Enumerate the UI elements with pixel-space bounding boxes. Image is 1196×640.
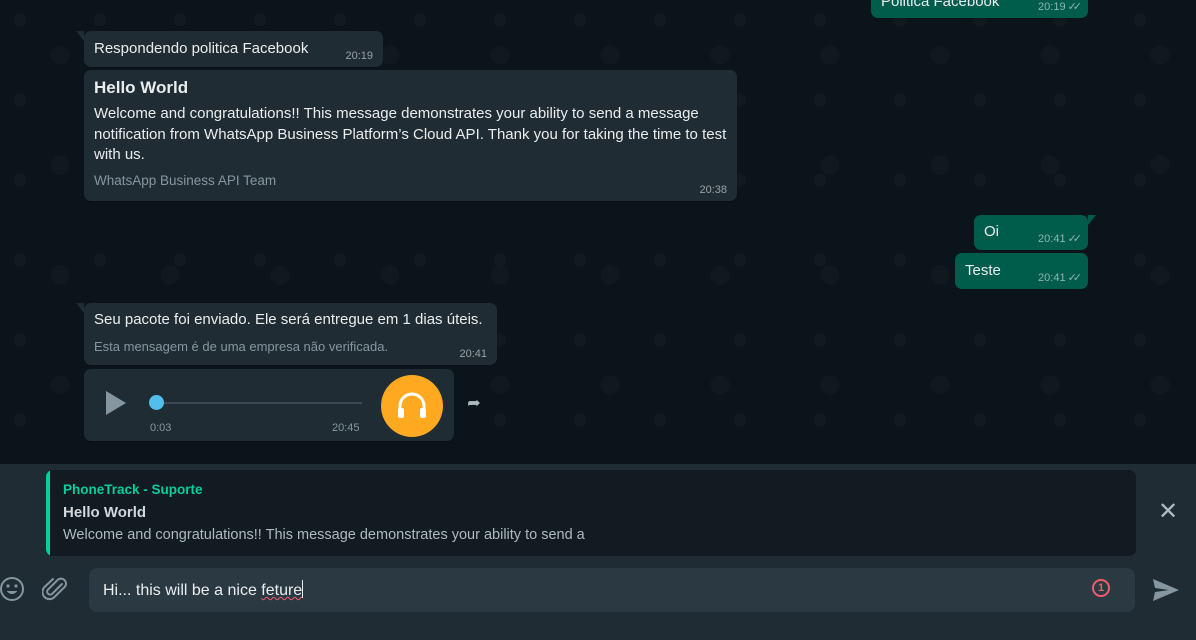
input-text: Hi... this will be a nice	[103, 582, 262, 599]
play-button[interactable]	[106, 391, 126, 415]
misspelled-word[interactable]: feture	[261, 582, 302, 599]
audio-progress-track[interactable]	[156, 402, 362, 404]
message-outgoing[interactable]: Oi 20:41 ✓✓	[974, 215, 1096, 250]
message-incoming[interactable]: Seu pacote foi enviado. Ele será entregu…	[76, 303, 497, 365]
message-time: 20:19 ✓✓	[1038, 1, 1083, 13]
paperclip-icon[interactable]	[42, 576, 70, 604]
message-input[interactable]: Hi... this will be a nice feture	[89, 568, 1135, 612]
emoji-icon[interactable]	[0, 576, 26, 602]
template-footer: WhatsApp Business API Team	[94, 173, 277, 188]
audio-message: 0:03 20:45	[84, 369, 454, 441]
chat-panel: Politica Facebook 20:19 ✓✓ Respondendo po…	[0, 0, 1196, 464]
close-reply-icon[interactable]: ✕	[1158, 500, 1178, 524]
double-check-icon: ✓✓	[1067, 272, 1083, 284]
message-text: Politica Facebook	[881, 0, 1000, 10]
message-outgoing[interactable]: Politica Facebook 20:19 ✓✓	[871, 0, 1088, 18]
unverified-business-note: Esta mensagem é de uma empresa não verif…	[94, 339, 389, 354]
message-text: Respondendo politica Facebook	[94, 40, 309, 57]
message-time: 20:41	[459, 348, 487, 360]
message-time: 20:41 ✓✓	[1038, 272, 1083, 284]
message-text: Seu pacote foi enviado. Ele será entregu…	[94, 311, 483, 328]
audio-seek-knob[interactable]	[149, 395, 164, 410]
forward-icon[interactable]: ➦	[460, 390, 488, 418]
template-title: Hello World	[94, 78, 189, 97]
template-body: Welcome and congratulations!! This messa…	[94, 105, 727, 163]
composer-area: PhoneTrack - Suporte Hello World Welcome…	[0, 464, 1196, 640]
reply-preview[interactable]: PhoneTrack - Suporte Hello World Welcome…	[46, 470, 1136, 556]
spellcheck-error-badge[interactable]: 1	[1092, 579, 1110, 597]
send-icon[interactable]	[1152, 578, 1180, 602]
message-text: Oi	[984, 223, 999, 240]
reply-snippet: Welcome and congratulations!! This messa…	[63, 527, 585, 543]
message-time: 20:38	[699, 184, 727, 196]
reply-sender: PhoneTrack - Suporte	[63, 482, 203, 497]
template-message[interactable]: Hello World Welcome and congratulations!…	[84, 70, 737, 201]
reply-title: Hello World	[63, 504, 147, 521]
message-incoming[interactable]: Respondendo politica Facebook 20:19	[76, 31, 383, 67]
message-outgoing[interactable]: Teste 20:41 ✓✓	[955, 253, 1088, 289]
text-caret	[302, 580, 304, 598]
double-check-icon: ✓✓	[1067, 233, 1083, 245]
message-time: 20:45	[332, 422, 360, 434]
message-time: 20:41 ✓✓	[1038, 233, 1083, 245]
double-check-icon: ✓✓	[1067, 1, 1083, 13]
audio-position: 0:03	[150, 422, 172, 434]
message-time: 20:19	[345, 50, 373, 62]
audio-avatar	[381, 375, 443, 437]
message-text: Teste	[965, 262, 1001, 279]
reply-accent-bar	[46, 470, 50, 556]
headphones-icon	[398, 392, 426, 418]
